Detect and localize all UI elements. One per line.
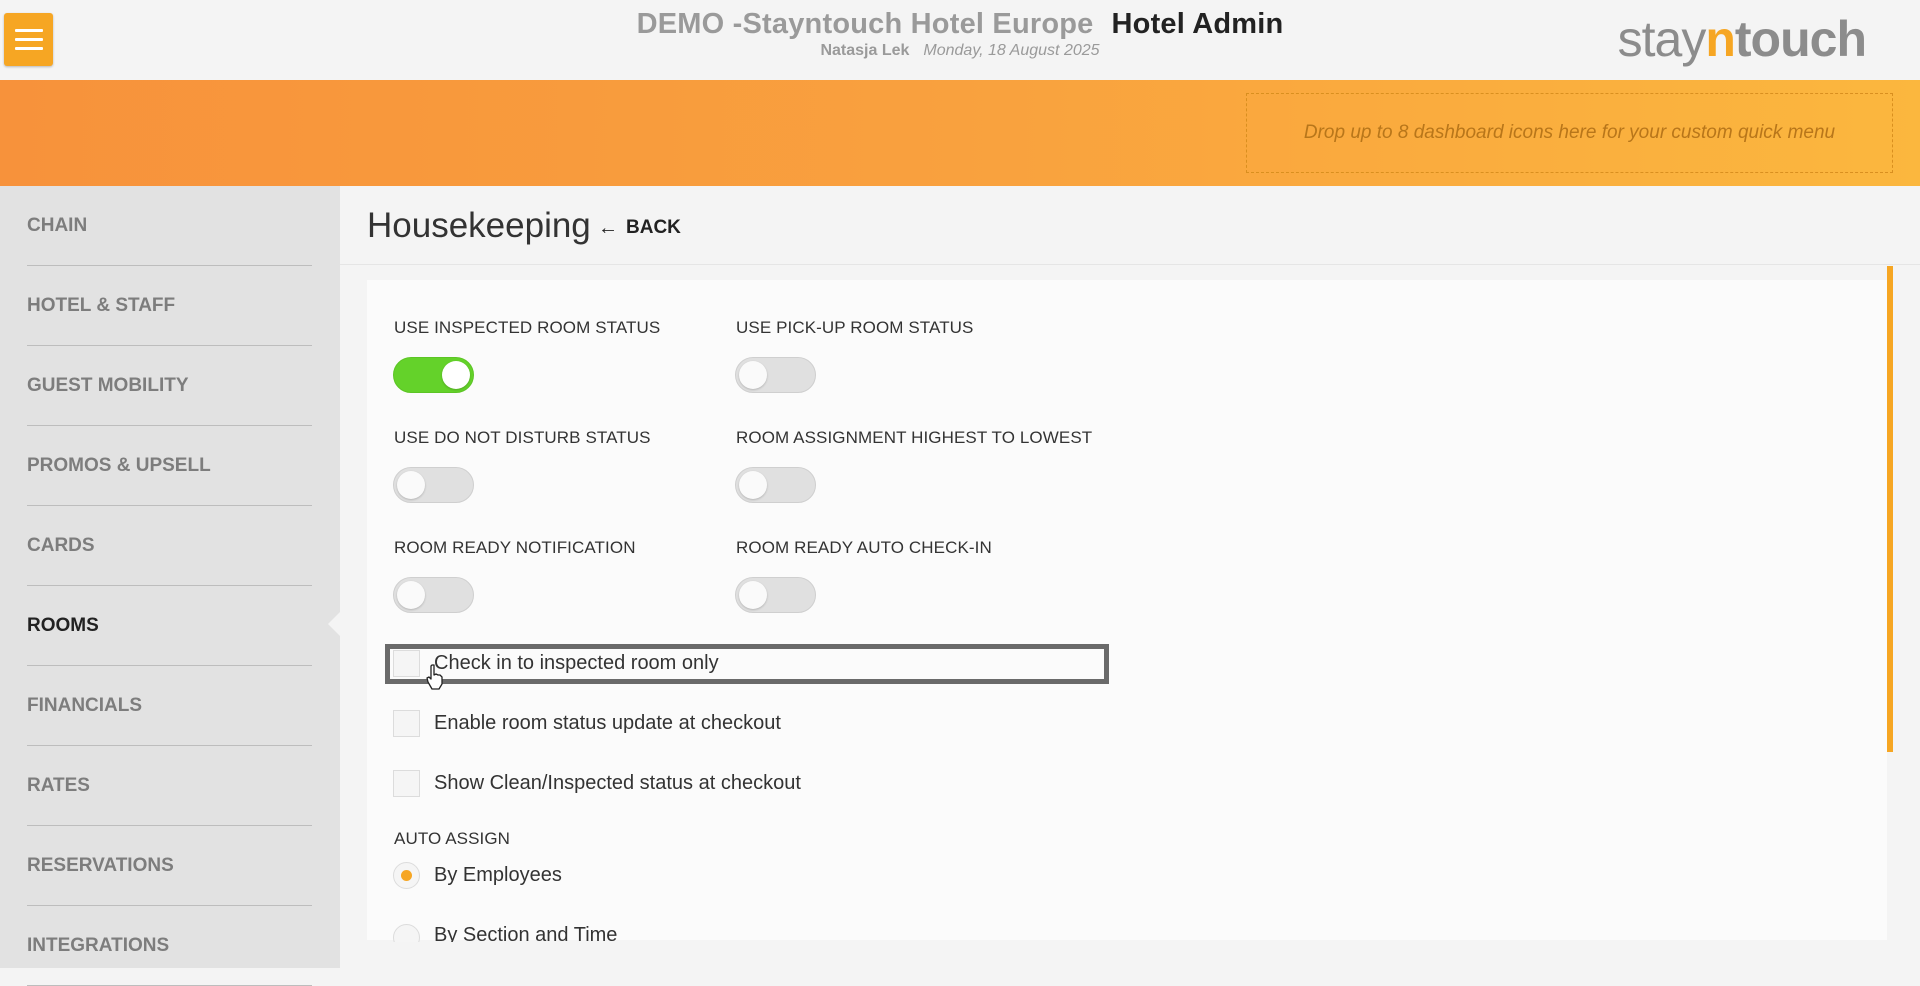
sidebar-item-hotel-staff[interactable]: HOTEL & STAFF xyxy=(27,266,312,346)
current-date: Monday, 18 August 2025 xyxy=(923,42,1100,59)
sidebar-item-promos-upsell[interactable]: PROMOS & UPSELL xyxy=(27,426,312,506)
title-divider xyxy=(340,264,1920,265)
toggle-knob xyxy=(739,361,767,389)
checkbox[interactable] xyxy=(393,649,420,677)
scrollbar-thumb[interactable] xyxy=(1887,266,1893,752)
sidebar-item-guest-mobility[interactable]: GUEST MOBILITY xyxy=(27,346,312,426)
sidebar-item-rooms[interactable]: ROOMS xyxy=(27,586,312,666)
toggle-label: ROOM ASSIGNMENT HIGHEST TO LOWEST xyxy=(736,428,1093,447)
checkbox-label: Check in to inspected room only xyxy=(434,651,719,674)
back-label: BACK xyxy=(626,217,681,238)
checkbox-row-show-clean-inspected-checkout[interactable]: Show Clean/Inspected status at checkout xyxy=(393,768,801,798)
toggle-label: ROOM READY AUTO CHECK-IN xyxy=(736,538,992,557)
hotel-name: DEMO -Stayntouch Hotel Europe xyxy=(636,8,1094,40)
sidebar-item-chain[interactable]: CHAIN xyxy=(27,186,312,266)
toggle-knob xyxy=(397,581,425,609)
toggle-use-pick-up-room-status[interactable] xyxy=(735,357,816,393)
sidebar-item-rates[interactable]: RATES xyxy=(27,746,312,826)
toggle-label: USE DO NOT DISTURB STATUS xyxy=(394,428,651,447)
checkbox-label: Show Clean/Inspected status at checkout xyxy=(434,771,801,794)
settings-card xyxy=(367,280,1887,940)
checkbox-row-enable-status-update-checkout[interactable]: Enable room status update at checkout xyxy=(393,708,781,738)
radio-label: By Section and Time xyxy=(434,924,618,942)
toggle-use-do-not-disturb-status[interactable] xyxy=(393,467,474,503)
checkbox[interactable] xyxy=(393,709,420,737)
radio-by-section-and-time[interactable]: By Section and Time xyxy=(393,920,617,942)
toggle-knob xyxy=(442,361,470,389)
checkbox[interactable] xyxy=(393,769,420,797)
sidebar-item-financials[interactable]: FINANCIALS xyxy=(27,666,312,746)
quick-menu-bar: Drop up to 8 dashboard icons here for yo… xyxy=(0,80,1920,186)
quick-menu-dropzone[interactable]: Drop up to 8 dashboard icons here for yo… xyxy=(1246,93,1893,173)
sidebar-item-reservations[interactable]: RESERVATIONS xyxy=(27,826,312,906)
top-header: DEMO -Stayntouch Hotel Europe Hotel Admin… xyxy=(0,0,1920,80)
back-arrow-icon: ← xyxy=(598,216,618,239)
user-name: Natasja Lek xyxy=(820,42,910,59)
radio-label: By Employees xyxy=(434,863,562,886)
auto-assign-label: AUTO ASSIGN xyxy=(394,829,511,848)
toggle-knob xyxy=(739,581,767,609)
checkbox-label: Enable room status update at checkout xyxy=(434,711,781,734)
toggle-room-ready-notification[interactable] xyxy=(393,577,474,613)
toggle-room-assignment-highest-to-lowest[interactable] xyxy=(735,467,816,503)
toggle-knob xyxy=(397,471,425,499)
toggle-knob xyxy=(739,471,767,499)
toggle-room-ready-auto-check-in[interactable] xyxy=(735,577,816,613)
back-button[interactable]: ← BACK xyxy=(598,215,681,241)
sidebar: CHAIN HOTEL & STAFF GUEST MOBILITY PROMO… xyxy=(0,186,340,986)
toggle-label: USE INSPECTED ROOM STATUS xyxy=(394,318,661,337)
radio-by-employees[interactable]: By Employees xyxy=(393,860,562,890)
page-title: Housekeeping xyxy=(367,206,591,245)
sidebar-item-cards[interactable]: CARDS xyxy=(27,506,312,586)
active-nav-pointer xyxy=(328,612,340,636)
toggle-label: ROOM READY NOTIFICATION xyxy=(394,538,636,557)
app-name: Hotel Admin xyxy=(1111,8,1284,40)
radio-button[interactable] xyxy=(393,924,420,942)
toggle-use-inspected-room-status[interactable] xyxy=(393,357,474,393)
hand-cursor-icon xyxy=(426,664,443,690)
stayntouch-logo: stayntouch xyxy=(1617,11,1867,67)
dropzone-placeholder: Drop up to 8 dashboard icons here for yo… xyxy=(1303,122,1836,143)
toggle-label: USE PICK-UP ROOM STATUS xyxy=(736,318,974,337)
sidebar-item-integrations[interactable]: INTEGRATIONS xyxy=(27,906,312,986)
radio-button[interactable] xyxy=(393,861,420,889)
